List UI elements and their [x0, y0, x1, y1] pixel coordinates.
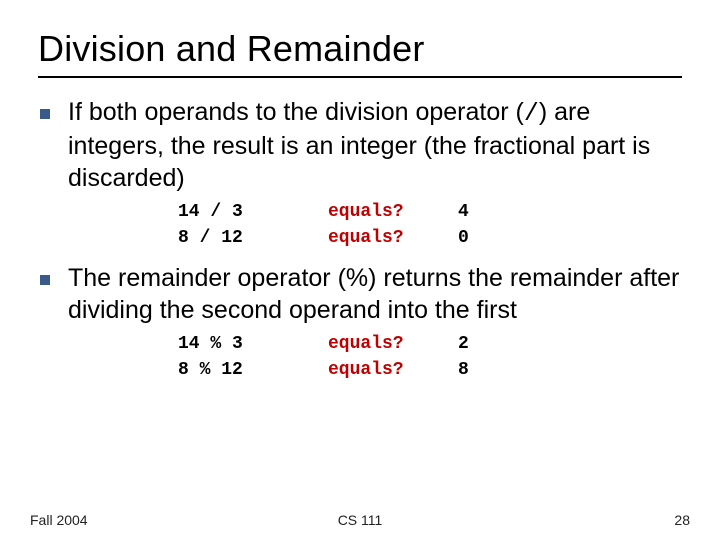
- title-divider: [38, 76, 682, 78]
- bullet-text-2: The remainder operator (%) returns the r…: [68, 262, 682, 326]
- footer-term: Fall 2004: [0, 512, 250, 528]
- footer-course: CS 111: [250, 512, 470, 528]
- bullet1-pre: If both operands to the division operato…: [68, 98, 524, 126]
- bullet-text-1: If both operands to the division operato…: [68, 96, 682, 194]
- example-answer: 8: [458, 360, 498, 380]
- bullet-icon: [40, 275, 50, 285]
- example-equals: equals?: [328, 334, 458, 354]
- examples-block-2: 14 % 3 equals? 2 8 % 12 equals? 8: [178, 334, 682, 380]
- example-expr: 14 % 3: [178, 334, 328, 354]
- bullet-item-2: The remainder operator (%) returns the r…: [38, 262, 682, 326]
- slide-footer: Fall 2004 CS 111 28: [0, 512, 720, 528]
- example-equals: equals?: [328, 202, 458, 222]
- example-expr: 14 / 3: [178, 202, 328, 222]
- example-equals: equals?: [328, 360, 458, 380]
- example-row: 14 / 3 equals? 4: [178, 202, 682, 222]
- example-row: 8 % 12 equals? 8: [178, 360, 682, 380]
- footer-page-number: 28: [470, 512, 720, 528]
- example-equals: equals?: [328, 228, 458, 248]
- example-expr: 8 / 12: [178, 228, 328, 248]
- example-answer: 2: [458, 334, 498, 354]
- slide: Division and Remainder If both operands …: [0, 0, 720, 380]
- bullet-item-1: If both operands to the division operato…: [38, 96, 682, 194]
- example-row: 8 / 12 equals? 0: [178, 228, 682, 248]
- example-row: 14 % 3 equals? 2: [178, 334, 682, 354]
- slide-title: Division and Remainder: [38, 28, 682, 70]
- examples-block-1: 14 / 3 equals? 4 8 / 12 equals? 0: [178, 202, 682, 248]
- example-answer: 4: [458, 202, 498, 222]
- example-expr: 8 % 12: [178, 360, 328, 380]
- bullet-icon: [40, 109, 50, 119]
- example-answer: 0: [458, 228, 498, 248]
- division-operator: /: [524, 99, 539, 128]
